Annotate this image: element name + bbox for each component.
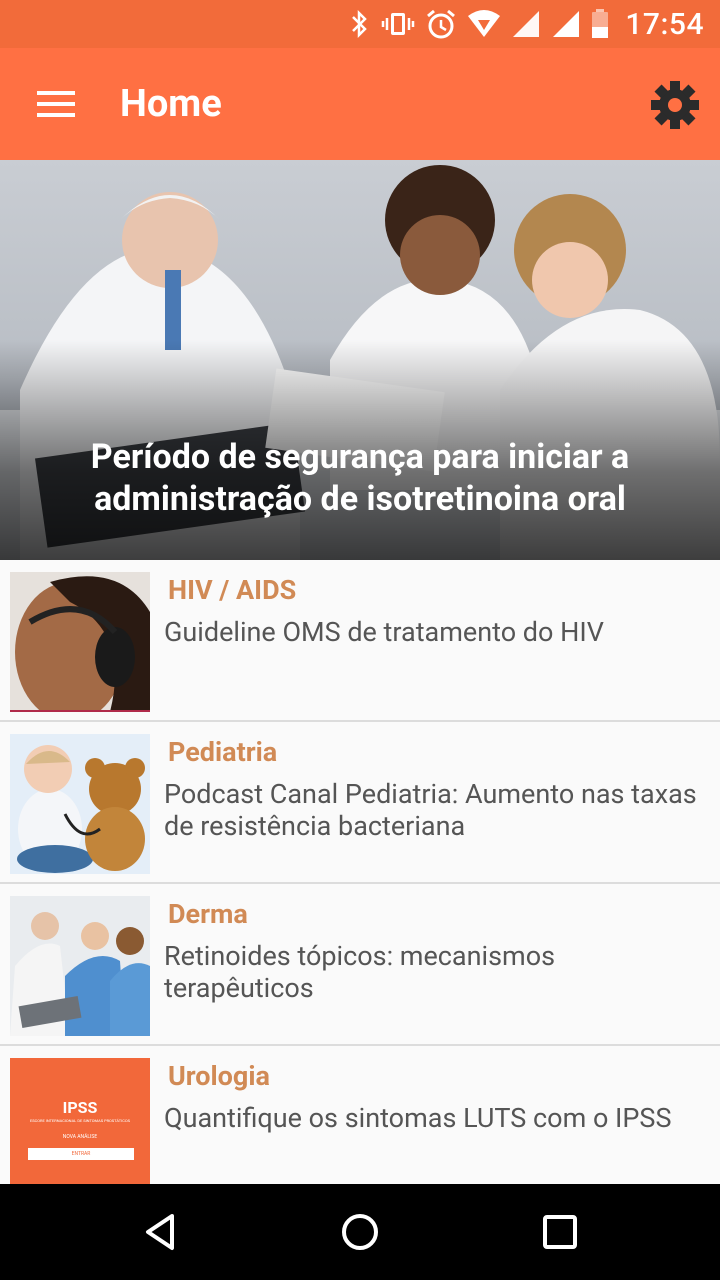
ipss-enter: ENTRAR: [28, 1148, 134, 1160]
article-headline: Quantifique os sintomas LUTS com o IPSS: [164, 1102, 672, 1134]
vibrate-icon: [382, 13, 415, 35]
menu-button[interactable]: [26, 80, 86, 128]
article-category: Urologia: [168, 1060, 270, 1092]
article-category: HIV / AIDS: [168, 574, 297, 606]
baby-teddy-bear-photo: [10, 734, 150, 874]
clock: 17:54: [625, 6, 704, 42]
settings-button[interactable]: [646, 76, 704, 134]
wifi-icon: [468, 10, 501, 37]
home-circle-icon: [342, 1214, 378, 1250]
status-bar: 17:54: [0, 0, 720, 48]
article-list: HIV / AIDS Guideline OMS de tratamento d…: [0, 560, 720, 1208]
recents-square-icon: [543, 1215, 577, 1249]
article-headline: Podcast Canal Pediatria: Aumento nas tax…: [164, 778, 697, 842]
ipss-caption: NOVA ANÁLISE: [62, 1134, 98, 1140]
article-thumbnail: [10, 572, 150, 712]
article-thumbnail: [10, 734, 150, 874]
signal-icon: [513, 11, 540, 37]
app-bar: Home: [0, 48, 720, 160]
article-thumbnail: [10, 896, 150, 1036]
ipss-subtitle: ESCORE INTERNACIONAL DE SINTOMAS PROSTÁT…: [30, 1118, 130, 1123]
woman-headphones-photo: [10, 572, 150, 712]
home-button[interactable]: [336, 1208, 384, 1256]
list-item[interactable]: HIV / AIDS Guideline OMS de tratamento d…: [0, 560, 720, 722]
list-item[interactable]: Pediatria Podcast Canal Pediatria: Aumen…: [0, 722, 720, 884]
alarm-icon: [427, 9, 456, 39]
featured-article[interactable]: Período de segurança para iniciar a admi…: [0, 160, 720, 560]
article-headline: Retinoides tópicos: mecanismos terapêuti…: [164, 940, 556, 1004]
signal-icon-2: [553, 11, 580, 37]
doctors-laptop-photo: [10, 896, 150, 1036]
article-category: Derma: [168, 898, 248, 930]
ipss-logo: IPSS: [62, 1098, 98, 1117]
battery-icon: [592, 9, 609, 38]
hamburger-icon: [37, 91, 75, 117]
navigation-bar: [0, 1184, 720, 1280]
featured-title: Período de segurança para iniciar a admi…: [90, 437, 630, 519]
page-title: Home: [120, 82, 222, 126]
back-triangle-icon: [146, 1214, 174, 1250]
article-headline: Guideline OMS de tratamento do HIV: [164, 616, 604, 648]
list-item[interactable]: Derma Retinoides tópicos: mecanismos ter…: [0, 884, 720, 1046]
article-thumbnail: IPSS ESCORE INTERNACIONAL DE SINTOMAS PR…: [10, 1058, 150, 1198]
back-button[interactable]: [136, 1208, 184, 1256]
bluetooth-icon: [352, 9, 368, 39]
article-category: Pediatria: [168, 736, 278, 768]
gear-icon: [651, 81, 699, 129]
recents-button[interactable]: [536, 1208, 584, 1256]
